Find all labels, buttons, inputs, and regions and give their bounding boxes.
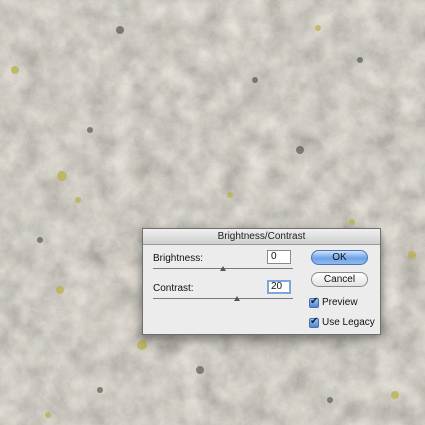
brightness-input[interactable]: 0: [267, 250, 291, 264]
checkmark-icon: ✔: [310, 296, 319, 307]
use-legacy-label: Use Legacy: [322, 317, 375, 328]
contrast-slider-thumb-icon[interactable]: [234, 296, 240, 301]
contrast-label: Contrast:: [153, 283, 194, 294]
brightness-label: Brightness:: [153, 253, 204, 264]
checkmark-icon: ✔: [310, 316, 319, 327]
cancel-button[interactable]: Cancel: [311, 272, 368, 287]
brightness-contrast-dialog: Brightness/Contrast Brightness: 0 Contra…: [142, 228, 381, 335]
brightness-slider-thumb-icon[interactable]: [220, 266, 226, 271]
use-legacy-checkbox[interactable]: ✔: [309, 316, 319, 328]
preview-checkbox[interactable]: ✔: [309, 296, 319, 308]
ok-button[interactable]: OK: [311, 250, 368, 265]
preview-label: Preview: [322, 297, 358, 308]
stone-texture-image: [0, 0, 425, 425]
contrast-slider-track[interactable]: [153, 298, 293, 299]
dialog-title[interactable]: Brightness/Contrast: [143, 229, 380, 245]
desktop-canvas: Brightness/Contrast Brightness: 0 Contra…: [0, 0, 425, 425]
contrast-input[interactable]: 20: [267, 280, 291, 294]
